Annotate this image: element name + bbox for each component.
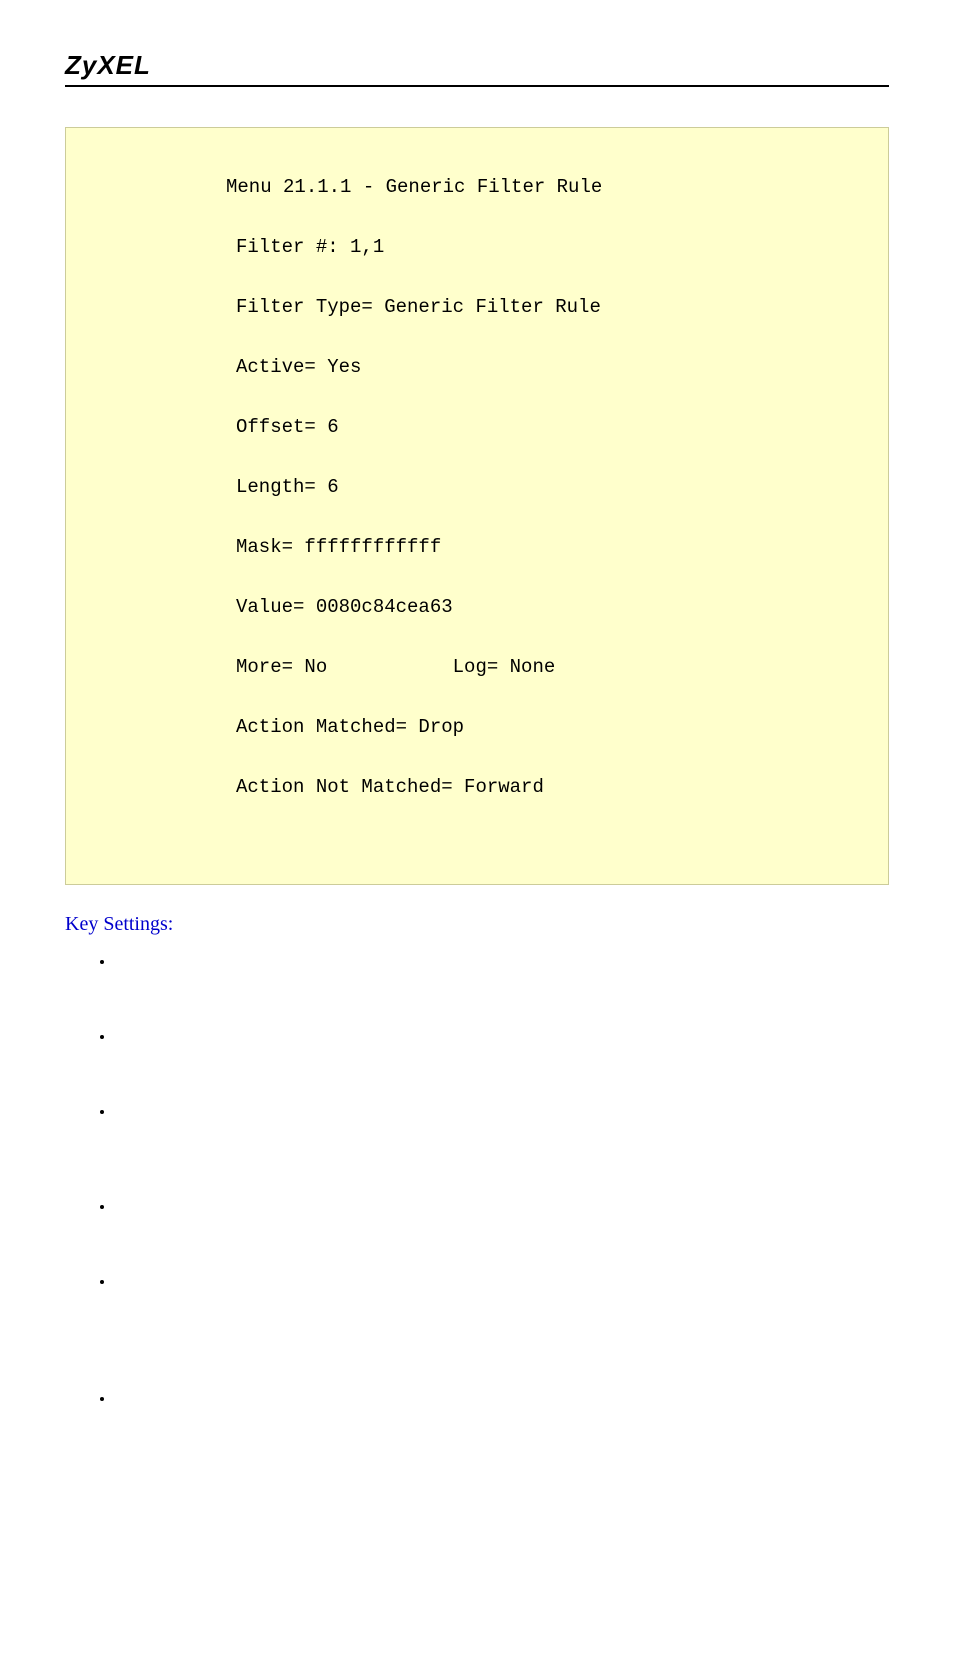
action-matched-line: Action Matched= Drop: [76, 712, 878, 742]
value-line: Value= 0080c84cea63: [76, 592, 878, 622]
header-divider: [65, 85, 889, 87]
page-content: ZyXEL Menu 21.1.1 - Generic Filter Rule …: [0, 0, 954, 1668]
key-settings-heading: Key Settings:: [65, 913, 889, 936]
more-log-line: More= No Log= None: [76, 652, 878, 682]
filter-number-line: Filter #: 1,1: [76, 232, 878, 262]
offset-line: Offset= 6: [76, 412, 878, 442]
list-item: [115, 1391, 889, 1408]
active-line: Active= Yes: [76, 352, 878, 382]
terminal-output-box: Menu 21.1.1 - Generic Filter Rule Filter…: [65, 127, 889, 885]
list-item: [115, 1104, 889, 1121]
menu-title-line: Menu 21.1.1 - Generic Filter Rule: [76, 172, 878, 202]
length-line: Length= 6: [76, 472, 878, 502]
action-not-matched-line: Action Not Matched= Forward: [76, 772, 878, 802]
filter-type-line: Filter Type= Generic Filter Rule: [76, 292, 878, 322]
list-item: [115, 1199, 889, 1216]
brand-logo: ZyXEL: [65, 50, 151, 80]
key-settings-list: [65, 954, 889, 1408]
list-item: [115, 954, 889, 971]
mask-line: Mask= ffffffffffff: [76, 532, 878, 562]
list-item: [115, 1029, 889, 1046]
list-item: [115, 1274, 889, 1291]
page-header: ZyXEL: [65, 50, 889, 85]
